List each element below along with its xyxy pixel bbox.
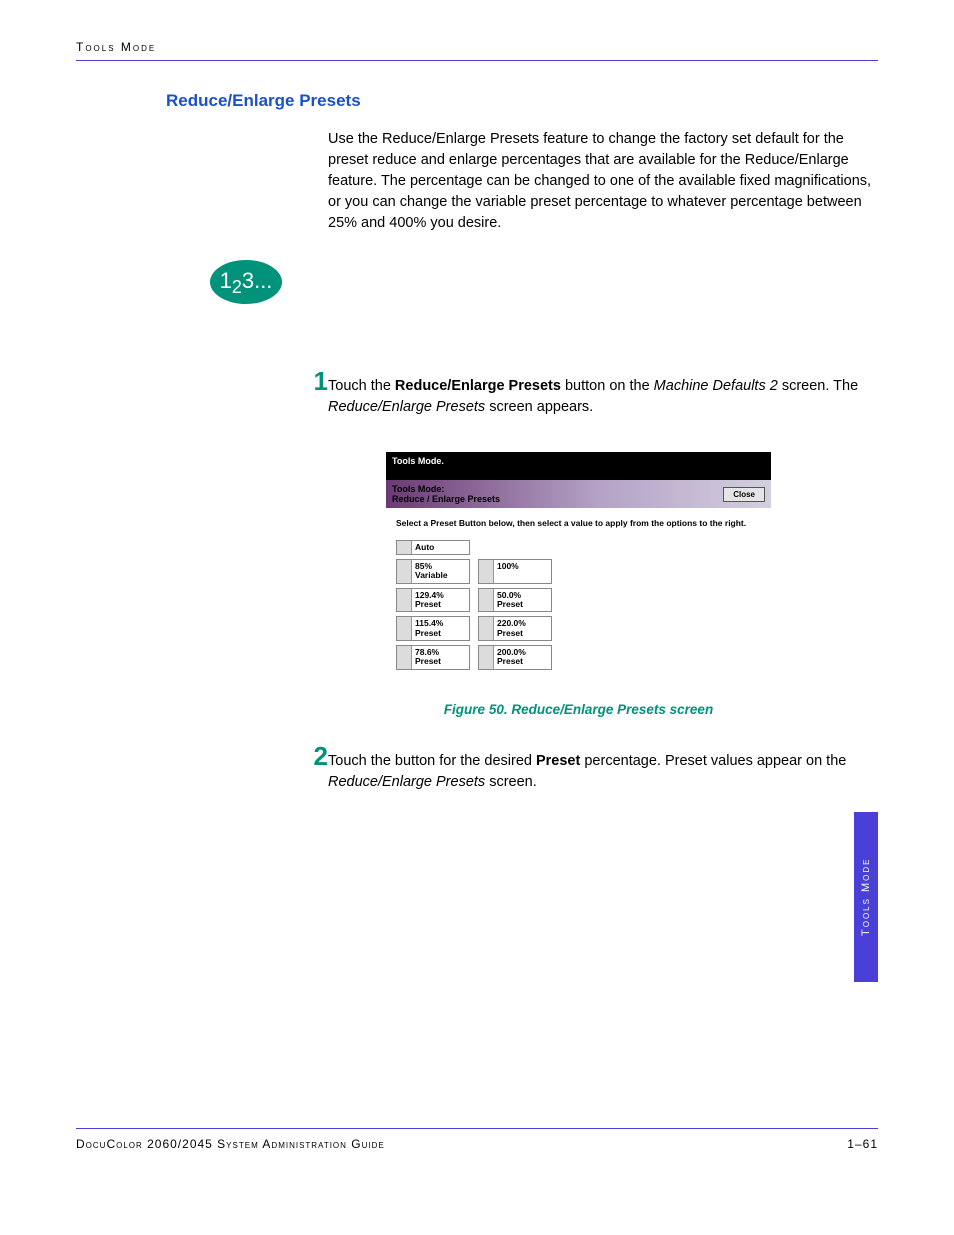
preset-button-85[interactable]: 85%Variable <box>396 559 470 584</box>
preset-button-200[interactable]: 200.0%Preset <box>478 645 552 670</box>
step-2: 2 Touch the button for the desired Prese… <box>291 741 878 793</box>
preset-sublabel: Preset <box>497 656 523 666</box>
italic-term: Reduce/Enlarge Presets <box>328 774 485 790</box>
preset-sublabel: Preset <box>497 628 523 638</box>
preset-label: 100% <box>494 560 551 583</box>
text: screen. The <box>778 378 858 394</box>
screenshot-instructions: Select a Preset Button below, then selec… <box>396 518 761 529</box>
side-tab: Tools Mode <box>854 812 878 982</box>
svg-text:123...: 123... <box>220 268 273 297</box>
preset-button-115[interactable]: 115.4%Preset <box>396 616 470 641</box>
preset-button-auto[interactable]: Auto <box>396 540 470 555</box>
screenshot-body: Select a Preset Button below, then selec… <box>386 508 771 686</box>
text: button on the <box>561 378 654 394</box>
step-number: 1 <box>291 366 328 397</box>
preset-button-78[interactable]: 78.6%Preset <box>396 645 470 670</box>
step-1: 1 Touch the Reduce/Enlarge Presets butto… <box>291 366 878 418</box>
preset-sublabel: Preset <box>415 656 441 666</box>
page-header: Tools Mode <box>76 40 878 61</box>
text: Touch the button for the desired <box>328 753 536 769</box>
preset-sublabel: Preset <box>415 599 441 609</box>
text: screen. <box>485 774 537 790</box>
document-page: Tools Mode Reduce/Enlarge Presets Use th… <box>0 0 954 1195</box>
page-number: 1–61 <box>847 1137 878 1151</box>
bold-term: Preset <box>536 753 580 769</box>
step-2-text: Touch the button for the desired Preset … <box>328 751 878 793</box>
text: percentage. Preset values appear on the <box>580 753 846 769</box>
preset-sublabel: Preset <box>415 628 441 638</box>
steps-icon: 123... <box>206 258 878 306</box>
text: Touch the <box>328 378 395 394</box>
italic-term: Machine Defaults 2 <box>654 378 778 394</box>
preset-label: Auto <box>412 541 469 554</box>
screenshot-top-bar: Tools Mode. <box>386 452 771 480</box>
italic-term: Reduce/Enlarge Presets <box>328 399 485 415</box>
text: screen appears. <box>485 399 593 415</box>
preset-button-220[interactable]: 220.0%Preset <box>478 616 552 641</box>
figure-caption: Figure 50. Reduce/Enlarge Presets screen <box>386 702 771 717</box>
screenshot-header-line1: Tools Mode: <box>392 484 500 494</box>
preset-button-100[interactable]: 100% <box>478 559 552 584</box>
step-number: 2 <box>291 741 328 772</box>
preset-button-50[interactable]: 50.0%Preset <box>478 588 552 613</box>
screenshot-header-line2: Reduce / Enlarge Presets <box>392 494 500 504</box>
step-1-text: Touch the Reduce/Enlarge Presets button … <box>328 376 878 418</box>
page-footer: DocuColor 2060/2045 System Administratio… <box>76 1128 878 1151</box>
bold-term: Reduce/Enlarge Presets <box>395 378 561 394</box>
footer-title: DocuColor 2060/2045 System Administratio… <box>76 1137 385 1151</box>
screenshot-header: Tools Mode: Reduce / Enlarge Presets Clo… <box>386 480 771 508</box>
preset-sublabel: Preset <box>497 599 523 609</box>
section-title: Reduce/Enlarge Presets <box>166 91 878 111</box>
preset-button-129[interactable]: 129.4%Preset <box>396 588 470 613</box>
figure-screenshot: Tools Mode. Tools Mode: Reduce / Enlarge… <box>386 452 771 717</box>
intro-paragraph: Use the Reduce/Enlarge Presets feature t… <box>328 129 878 234</box>
close-button[interactable]: Close <box>723 487 765 502</box>
preset-sublabel: Variable <box>415 570 448 580</box>
